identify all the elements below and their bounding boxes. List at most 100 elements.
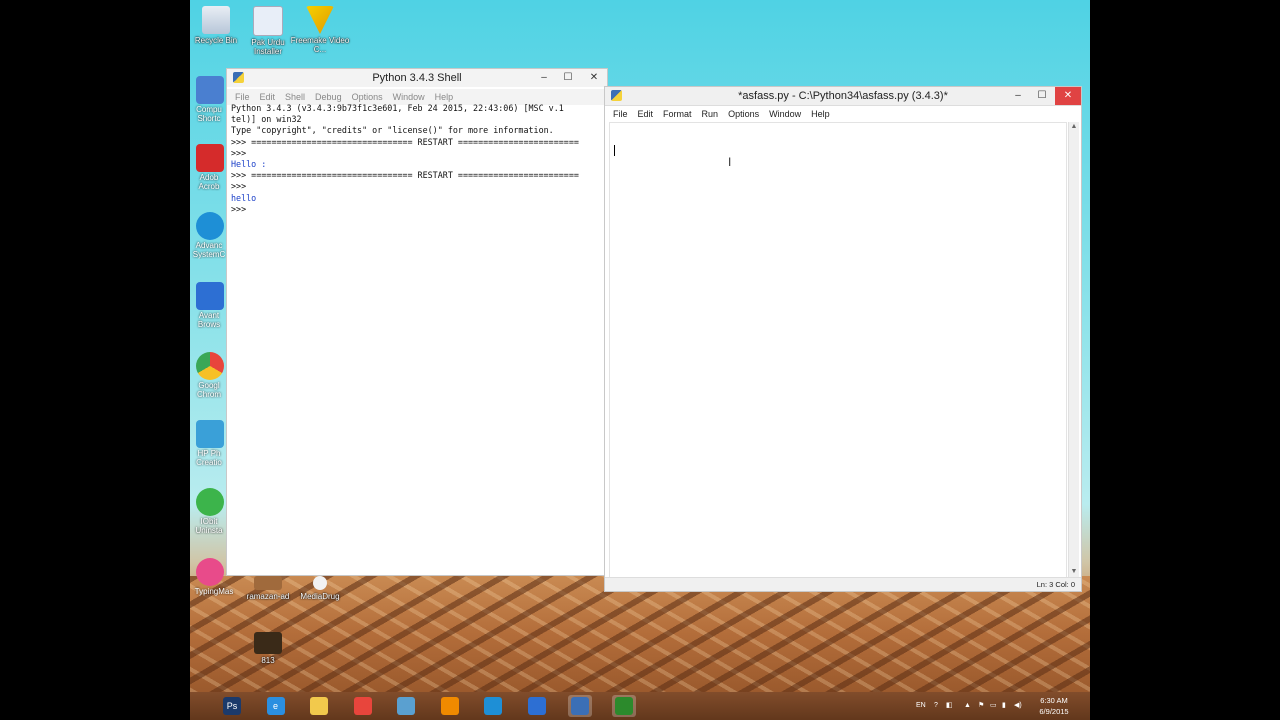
- shell-output[interactable]: Python 3.4.3 (v3.4.3:9b73f1c3e601, Feb 2…: [231, 103, 607, 215]
- shell-line: >>>: [231, 181, 252, 192]
- editor-statusbar: Ln: 3 Col: 0: [605, 577, 1081, 591]
- network-icon[interactable]: ◧: [946, 692, 953, 720]
- avant-browser-icon: [196, 282, 224, 310]
- editor-menu-run[interactable]: Run: [702, 106, 719, 122]
- editor-titlebar[interactable]: *asfass.py - C:\Python34\asfass.py (3.4.…: [605, 87, 1081, 106]
- desktop-icon-google-chrome[interactable]: Googl Chrom: [190, 352, 228, 399]
- editor-maximize-button[interactable]: ☐: [1029, 87, 1055, 105]
- desktop-icon-avant-browser[interactable]: Avant Brows: [190, 282, 228, 329]
- shell-minimize-button[interactable]: –: [531, 69, 557, 87]
- shell-close-button[interactable]: ✕: [581, 69, 607, 87]
- show-hidden-icons-icon[interactable]: ▲: [964, 692, 971, 720]
- taskbar-advanced-systemcare[interactable]: [481, 695, 505, 717]
- desktop: Recycle Bin Pak Urdu Installer Freemake …: [190, 0, 1090, 720]
- iobit-icon: [196, 488, 224, 516]
- editor-close-button[interactable]: ✕: [1055, 87, 1081, 105]
- taskbar-store[interactable]: [394, 695, 418, 717]
- editor-menu-file[interactable]: File: [613, 106, 628, 122]
- camtasia-icon: [614, 697, 633, 715]
- python-file-icon: [611, 90, 622, 101]
- taskbar-photoshop[interactable]: Ps: [220, 695, 244, 717]
- editor-text-area[interactable]: I: [609, 122, 1067, 579]
- shell-line: >>> ================================ RES…: [231, 136, 579, 147]
- advanced-systemcare-icon: [484, 697, 502, 715]
- editor-menu-format[interactable]: Format: [663, 106, 692, 122]
- desktop-icon-mediadrug[interactable]: MediaDrug: [290, 576, 350, 601]
- image-file-icon: [254, 632, 282, 654]
- language-indicator[interactable]: EN: [916, 692, 926, 720]
- desktop-icon-813[interactable]: 813: [238, 632, 298, 665]
- vlc-icon: [440, 697, 459, 715]
- python-icon: [571, 697, 589, 715]
- shell-line: >>> ================================ RES…: [231, 170, 579, 181]
- taskbar-vlc[interactable]: [438, 695, 462, 717]
- photoshop-icon: Ps: [223, 697, 241, 715]
- taskbar: Ps e EN ? ◧ ▲ ⚑ ▭ ▮ ◀) 6:30 AM 6/9/2015: [190, 692, 1090, 720]
- desktop-icon-ramazan-ad[interactable]: ramazan-ad: [238, 576, 298, 601]
- clock-date: 6/9/2015: [1039, 707, 1069, 716]
- ibeam-cursor-icon: I: [728, 155, 732, 169]
- python-shell-window[interactable]: Python 3.4.3 Shell – ☐ ✕ File Edit Shell De…: [226, 68, 608, 576]
- desktop-icon-computer[interactable]: Compu Shortc: [190, 76, 228, 123]
- volume-icon[interactable]: ◀): [1014, 692, 1022, 720]
- desktop-icon-hp-photo-creations[interactable]: HP Ph Creatio: [190, 420, 228, 467]
- scroll-up-icon[interactable]: ▲: [1069, 122, 1079, 132]
- avant-icon: [527, 697, 546, 715]
- editor-minimize-button[interactable]: –: [1005, 87, 1031, 105]
- internet-explorer-icon: e: [266, 697, 285, 715]
- store-icon: [397, 697, 415, 715]
- desktop-icon-advanced-systemcare[interactable]: Advanc SystemC: [190, 212, 228, 259]
- text-caret: [614, 145, 615, 156]
- mediadrug-icon: [313, 576, 327, 590]
- shell-titlebar[interactable]: Python 3.4.3 Shell – ☐ ✕: [227, 69, 607, 87]
- editor-window[interactable]: *asfass.py - C:\Python34\asfass.py (3.4.…: [604, 86, 1082, 592]
- taskbar-python[interactable]: [568, 695, 592, 717]
- editor-menu-window[interactable]: Window: [769, 106, 801, 122]
- desktop-icon-pak-urdu-installer[interactable]: Pak Urdu Installer: [238, 6, 298, 56]
- desktop-icon-freemake[interactable]: Freemake Video C...: [290, 6, 350, 54]
- freemake-icon: [306, 6, 334, 34]
- file-explorer-icon: [310, 697, 328, 715]
- editor-vertical-scrollbar[interactable]: ▲ ▼: [1068, 122, 1079, 577]
- advanced-systemcare-icon: [196, 212, 224, 240]
- battery-icon[interactable]: ▮: [1002, 692, 1006, 720]
- typingmaster-icon: [196, 558, 224, 586]
- shell-line: hello: [231, 192, 257, 203]
- chrome-icon: [196, 352, 224, 380]
- shell-line: Hello :: [231, 159, 267, 170]
- taskbar-chrome[interactable]: [351, 695, 375, 717]
- shell-line: >>>: [231, 147, 252, 158]
- desktop-icon-iobit-uninstaller[interactable]: IObit Uninsta: [190, 488, 228, 535]
- taskbar-internet-explorer[interactable]: e: [264, 695, 288, 717]
- shell-title: Python 3.4.3 Shell: [372, 72, 462, 84]
- help-icon[interactable]: ?: [934, 692, 938, 720]
- clock-time: 6:30 AM: [1040, 696, 1068, 705]
- taskbar-camtasia[interactable]: [611, 695, 636, 717]
- image-file-icon: [254, 576, 282, 590]
- clock[interactable]: 6:30 AM 6/9/2015: [1024, 695, 1084, 717]
- hp-photo-icon: [196, 420, 224, 448]
- scroll-down-icon[interactable]: ▼: [1069, 567, 1079, 577]
- taskbar-avant[interactable]: [525, 695, 549, 717]
- display-icon[interactable]: ▭: [990, 692, 997, 720]
- computer-icon: [196, 76, 224, 104]
- recycle-bin-icon: [202, 6, 230, 34]
- editor-menubar: File Edit Format Run Options Window Help: [605, 106, 1081, 122]
- chrome-icon: [353, 697, 372, 715]
- editor-menu-help[interactable]: Help: [811, 106, 830, 122]
- cursor-position: Ln: 3 Col: 0: [1036, 580, 1075, 589]
- python-icon: [233, 72, 244, 83]
- shell-line: >>>: [231, 203, 252, 214]
- installer-icon: [253, 6, 283, 36]
- taskbar-file-explorer[interactable]: [307, 695, 331, 717]
- editor-title: *asfass.py - C:\Python34\asfass.py (3.4.…: [738, 90, 948, 102]
- flag-icon[interactable]: ⚑: [978, 692, 984, 720]
- shell-line: Type "copyright", "credits" or "license(…: [231, 125, 554, 136]
- editor-menu-edit[interactable]: Edit: [638, 106, 654, 122]
- shell-line: Python 3.4.3 (v3.4.3:9b73f1c3e601, Feb 2…: [231, 103, 564, 113]
- adobe-acrobat-icon: [196, 144, 224, 172]
- shell-maximize-button[interactable]: ☐: [555, 69, 581, 87]
- shell-line: tel)] on win32: [231, 114, 302, 125]
- desktop-icon-adobe-acrobat[interactable]: Adob Acrob: [190, 144, 228, 191]
- editor-menu-options[interactable]: Options: [728, 106, 759, 122]
